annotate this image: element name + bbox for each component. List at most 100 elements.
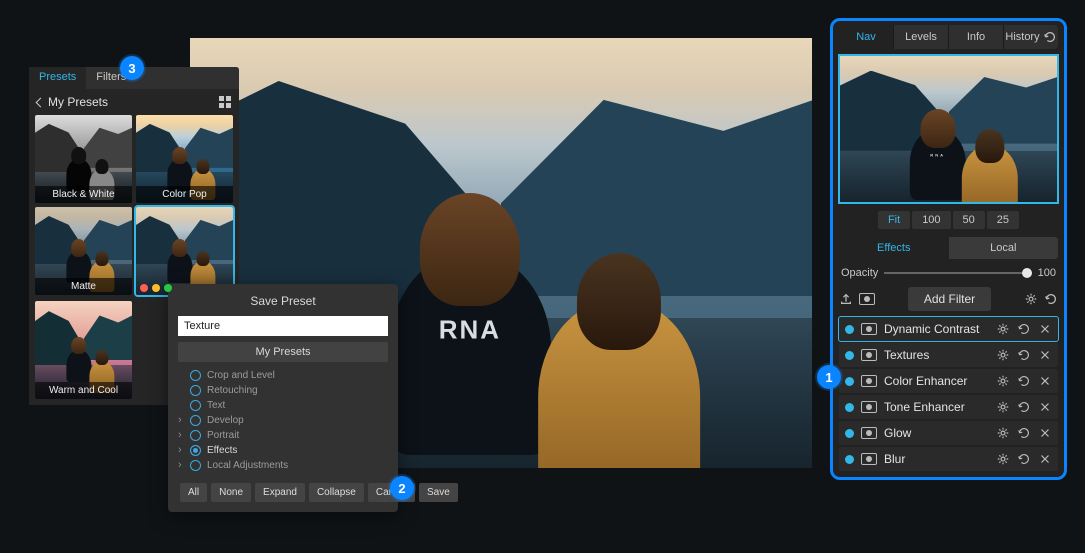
filter-reset-icon[interactable] [1017,400,1031,414]
filter-visibility-dot[interactable] [845,455,854,464]
preset-color-pop[interactable]: Color Pop [136,115,233,203]
filter-mask-icon[interactable] [861,427,877,439]
opacity-value: 100 [1038,267,1056,279]
filter-mask-icon[interactable] [861,453,877,465]
opt-effects[interactable]: Effects [178,443,388,458]
preset-include-options: Crop and Level Retouching Text Develop P… [178,368,388,473]
filter-settings-icon[interactable] [996,348,1010,362]
filter-remove-icon[interactable] [1038,400,1052,414]
inspector-tabs: Nav Levels Info History [839,25,1058,49]
filter-mask-icon[interactable] [861,401,877,413]
filter-row[interactable]: Textures [839,343,1058,367]
filter-remove-icon[interactable] [1038,348,1052,362]
filter-name: Dynamic Contrast [884,322,989,336]
effects-local-tabs: Effects Local [839,237,1058,259]
opt-text[interactable]: Text [178,398,388,413]
right-inspector-panel: Nav Levels Info History RNA Fit 100 50 2… [830,18,1067,480]
btn-expand[interactable]: Expand [255,483,305,502]
tab-effects[interactable]: Effects [839,237,949,259]
filter-settings-icon[interactable] [996,426,1010,440]
filter-reset-icon[interactable] [1017,322,1031,336]
filters-list: Dynamic Contrast Textures Color Enhancer To… [839,317,1058,471]
gear-icon[interactable] [1024,292,1038,306]
preset-warm-and-cool[interactable]: Warm and Cool [35,301,132,399]
zoom-fit[interactable]: Fit [878,211,910,229]
zoom-100[interactable]: 100 [912,211,950,229]
filter-visibility-dot[interactable] [845,403,854,412]
callout-badge-2: 2 [390,476,414,500]
save-preset-modal: Save Preset My Presets Crop and Level Re… [168,284,398,512]
preset-label: Black & White [35,186,132,203]
opacity-label: Opacity [841,267,878,279]
filter-name: Textures [884,348,989,362]
modal-title: Save Preset [178,294,388,308]
filter-settings-icon[interactable] [996,374,1010,388]
navigator-thumbnail[interactable]: RNA [839,55,1058,203]
opacity-slider[interactable] [884,272,1031,274]
btn-save[interactable]: Save [419,483,458,502]
filter-row[interactable]: Dynamic Contrast [839,317,1058,341]
filter-visibility-dot[interactable] [845,429,854,438]
filter-settings-icon[interactable] [996,452,1010,466]
traffic-lights [140,284,172,292]
tab-info[interactable]: Info [948,25,1003,49]
undo-icon [1043,30,1057,44]
filter-row[interactable]: Tone Enhancer [839,395,1058,419]
filter-visibility-dot[interactable] [845,325,854,334]
filter-settings-icon[interactable] [996,400,1010,414]
tab-nav[interactable]: Nav [839,25,893,49]
filter-mask-icon[interactable] [861,375,877,387]
callout-badge-1: 1 [817,365,841,389]
preset-matte[interactable]: Matte [35,207,132,295]
btn-all[interactable]: All [180,483,207,502]
preset-black-and-white[interactable]: Black & White [35,115,132,203]
filter-reset-icon[interactable] [1017,348,1031,362]
filter-visibility-dot[interactable] [845,377,854,386]
add-filter-button[interactable]: Add Filter [908,287,991,311]
preset-label: Warm and Cool [35,382,132,399]
opt-portrait[interactable]: Portrait [178,428,388,443]
filter-name: Blur [884,452,989,466]
tab-local[interactable]: Local [949,237,1059,259]
filter-settings-icon[interactable] [996,322,1010,336]
tab-history[interactable]: History [1003,25,1058,49]
callout-badge-3: 3 [120,56,144,80]
preset-folder-select[interactable]: My Presets [178,342,388,362]
filter-remove-icon[interactable] [1038,322,1052,336]
presets-folder-title: My Presets [48,95,108,109]
preset-selected[interactable] [136,207,233,295]
tab-levels[interactable]: Levels [893,25,948,49]
opt-retouching[interactable]: Retouching [178,383,388,398]
filter-name: Glow [884,426,989,440]
opt-crop-and-level[interactable]: Crop and Level [178,368,388,383]
preset-name-input[interactable] [178,316,388,336]
zoom-controls: Fit 100 50 25 [839,211,1058,229]
preset-label: Matte [35,278,132,295]
opt-develop[interactable]: Develop [178,413,388,428]
opacity-row: Opacity 100 [841,267,1056,279]
filter-reset-icon[interactable] [1017,452,1031,466]
tab-presets[interactable]: Presets [29,67,86,89]
grid-view-icon[interactable] [219,96,231,108]
filter-row[interactable]: Blur [839,447,1058,471]
filter-row[interactable]: Color Enhancer [839,369,1058,393]
btn-collapse[interactable]: Collapse [309,483,364,502]
filter-visibility-dot[interactable] [845,351,854,360]
reset-icon[interactable] [1044,292,1058,306]
filter-remove-icon[interactable] [1038,452,1052,466]
export-icon[interactable] [839,292,853,306]
filter-mask-icon[interactable] [861,349,877,361]
filter-remove-icon[interactable] [1038,426,1052,440]
filter-remove-icon[interactable] [1038,374,1052,388]
filter-name: Tone Enhancer [884,400,989,414]
filter-mask-icon[interactable] [861,323,877,335]
zoom-50[interactable]: 50 [953,211,985,229]
filter-reset-icon[interactable] [1017,374,1031,388]
mask-icon[interactable] [859,293,875,305]
filter-row[interactable]: Glow [839,421,1058,445]
back-icon[interactable] [36,97,46,107]
filter-reset-icon[interactable] [1017,426,1031,440]
zoom-25[interactable]: 25 [987,211,1019,229]
opt-local-adjustments[interactable]: Local Adjustments [178,458,388,473]
btn-none[interactable]: None [211,483,251,502]
